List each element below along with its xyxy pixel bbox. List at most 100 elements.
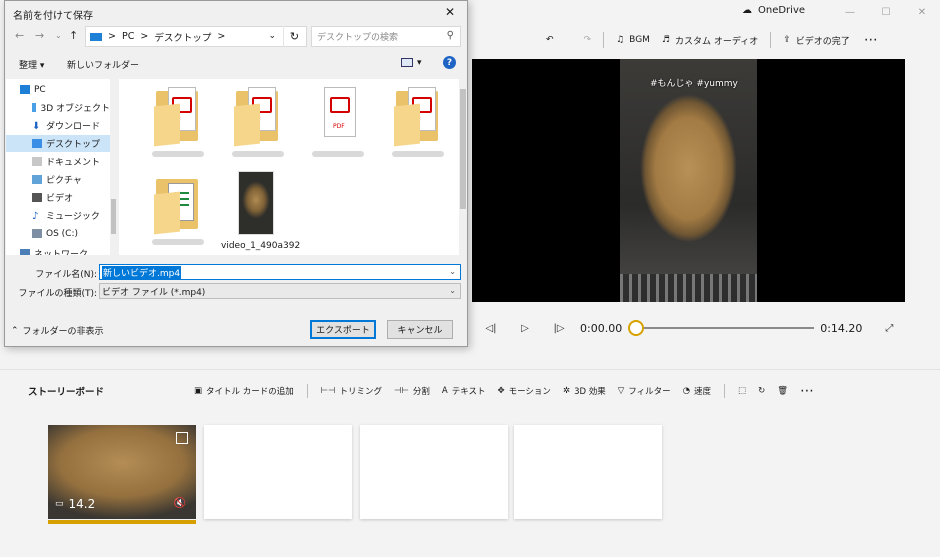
nav-item-videos[interactable]: ビデオ	[6, 189, 110, 206]
storyboard-title: ストーリーボード	[28, 387, 105, 398]
nav-item-pictures[interactable]: ピクチャ	[6, 171, 110, 188]
help-icon[interactable]: ?	[443, 56, 456, 69]
clip-select-checkbox[interactable]	[176, 432, 188, 444]
delete-button[interactable]: 🗑	[771, 380, 794, 402]
pdf-folder-item[interactable]: PDF	[143, 87, 213, 157]
nav-pane-scrollbar[interactable]	[110, 79, 117, 255]
file-name-row: ファイル名(N): 新しいビデオ.mp4 ⌄	[5, 264, 467, 282]
nav-item-network[interactable]: ネットワーク	[6, 245, 110, 255]
redo-button[interactable]: ↷	[578, 29, 598, 51]
undo-button[interactable]: ↶	[540, 29, 560, 51]
motion-button[interactable]: ✥ モーション	[491, 380, 556, 402]
onedrive-status[interactable]: ☁ OneDrive	[742, 5, 805, 16]
address-bar[interactable]: > PC > デスクトップ > ⌄	[85, 26, 307, 47]
file-name-dropdown-icon[interactable]: ⌄	[449, 267, 456, 276]
seek-slider[interactable]	[628, 318, 815, 338]
up-button[interactable]: ↑	[69, 29, 78, 42]
step-back-icon: ◁|	[485, 322, 497, 334]
filters-button[interactable]: ▽ フィルター	[612, 380, 677, 402]
videos-icon	[32, 193, 42, 202]
current-time: 0:00.00	[580, 321, 623, 335]
undo-icon: ↶	[546, 35, 554, 45]
pdf-file-item[interactable]: PDF	[303, 87, 373, 157]
refresh-button[interactable]: ↻	[283, 26, 305, 47]
pdf-folder-item[interactable]: PDF	[383, 87, 453, 157]
documents-icon	[32, 157, 42, 166]
minimize-button[interactable]: —	[832, 0, 868, 24]
fullscreen-button[interactable]: ⤢	[878, 317, 900, 339]
close-window-button[interactable]: ✕	[904, 0, 940, 24]
dialog-close-button[interactable]: ✕	[439, 3, 461, 21]
seek-thumb[interactable]	[628, 320, 645, 336]
clip-duration-icon: ▭	[55, 499, 64, 509]
pdf-folder-item[interactable]: PDF	[223, 87, 293, 157]
file-type-dropdown-icon[interactable]: ⌄	[449, 286, 456, 295]
onedrive-label: OneDrive	[758, 5, 806, 16]
hide-folders-toggle[interactable]: ⌃ フォルダーの非表示	[11, 324, 104, 338]
forward-button[interactable]: →	[35, 29, 44, 42]
search-input[interactable]: デスクトップの検索 ⚲	[311, 26, 461, 47]
3d-effects-button[interactable]: ✲ 3D 効果	[557, 380, 612, 402]
maximize-button[interactable]: ☐	[868, 0, 904, 24]
nav-item-downloads[interactable]: ⬇ ダウンロード	[6, 117, 110, 134]
mute-icon[interactable]: 🔇	[174, 498, 186, 509]
step-back-button[interactable]: ◁|	[480, 317, 502, 339]
new-folder-button[interactable]: 新しいフォルダー	[67, 58, 139, 71]
nav-item-drive-c[interactable]: OS (C:)	[6, 225, 110, 242]
breadcrumb-desktop[interactable]: デスクトップ	[154, 30, 211, 44]
nav-item-music[interactable]: ♪ ミュージック	[6, 207, 110, 224]
custom-audio-button[interactable]: ♬ カスタム オーディオ	[656, 29, 764, 51]
bgm-button[interactable]: ♫ BGM	[610, 29, 656, 51]
nav-item-documents[interactable]: ドキュメント	[6, 153, 110, 170]
empty-clip-slot	[514, 425, 662, 519]
redo-icon: ↷	[583, 35, 592, 45]
export-button[interactable]: エクスポート	[310, 320, 376, 339]
file-name-input[interactable]: 新しいビデオ.mp4 ⌄	[99, 264, 461, 280]
file-name-label: ファイル名(N):	[35, 270, 97, 280]
storyboard-more-button[interactable]: ⋯	[794, 380, 820, 402]
breadcrumb-pc[interactable]: PC	[122, 31, 134, 42]
trim-button[interactable]: ⊢⊣ トリミング	[315, 380, 388, 402]
video-clip-card[interactable]: ▭ 14.2 🔇	[48, 425, 196, 524]
organize-button[interactable]: 整理 ▾	[19, 58, 44, 71]
add-title-card-button[interactable]: ▣ タイトル カードの追加	[188, 380, 300, 402]
network-icon	[20, 249, 30, 255]
speed-icon: ◔	[682, 386, 691, 396]
finish-video-button[interactable]: ⇪ ビデオの完了	[777, 29, 856, 51]
video-file-item[interactable]: video_1_490a392	[221, 171, 300, 251]
file-list-scrollbar[interactable]	[459, 79, 467, 255]
custom-audio-label: カスタム オーディオ	[675, 36, 759, 47]
nav-item-pc[interactable]: PC	[6, 81, 110, 98]
file-type-label: ファイルの種類(T):	[18, 289, 97, 299]
rotate-button[interactable]: ↻	[752, 380, 771, 402]
title-card-icon: ▣	[194, 386, 203, 396]
resize-icon: ⬚	[738, 386, 747, 396]
file-type-select[interactable]: ビデオ ファイル (*.mp4) ⌄	[99, 283, 461, 299]
spreadsheet-folder-item[interactable]	[143, 175, 213, 245]
3d-effects-icon: ✲	[562, 386, 571, 396]
view-dropdown-icon[interactable]: ▾	[417, 58, 422, 68]
video-thumbnail	[238, 171, 274, 235]
more-options-button[interactable]: ⋯	[858, 29, 884, 51]
video-preview[interactable]: #もんじゃ #yummy	[472, 59, 905, 302]
step-forward-button[interactable]: |▷	[548, 317, 570, 339]
split-button[interactable]: ⊣⊢ 分割	[388, 380, 436, 402]
nav-item-3d-objects[interactable]: 3D オブジェクト	[6, 99, 110, 116]
text-button[interactable]: A テキスト	[436, 380, 492, 402]
back-button[interactable]: ←	[15, 29, 24, 42]
resize-button[interactable]: ⬚	[732, 380, 752, 402]
play-button[interactable]: ▷	[514, 317, 536, 339]
pc-icon	[20, 85, 30, 94]
address-dropdown-icon[interactable]: ⌄	[268, 31, 276, 41]
view-options-icon[interactable]	[401, 58, 413, 67]
speed-button[interactable]: ◔ 速度	[677, 380, 717, 402]
nav-item-desktop[interactable]: デスクトップ	[6, 135, 110, 152]
download-icon: ⬇	[32, 121, 41, 132]
bgm-label: BGM	[629, 35, 650, 45]
recent-dropdown[interactable]: ⌄	[55, 31, 62, 40]
cancel-button[interactable]: キャンセル	[387, 320, 453, 339]
rotate-icon: ↻	[758, 386, 766, 396]
video-frame: #もんじゃ #yummy	[620, 59, 757, 302]
pdf-file-icon: PDF	[314, 87, 362, 145]
desktop-icon	[32, 139, 42, 148]
